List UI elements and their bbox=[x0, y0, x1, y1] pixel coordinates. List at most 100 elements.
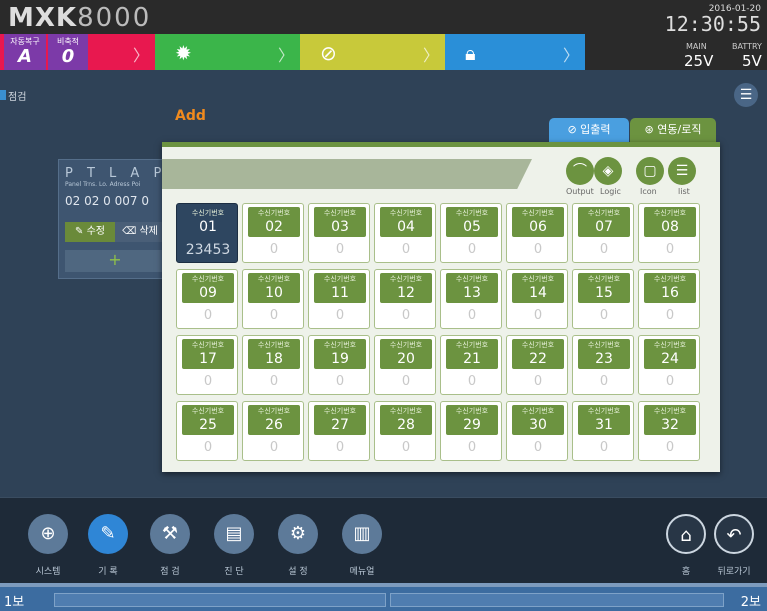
receiver-cell[interactable]: 수신기번호 10 0 bbox=[242, 269, 304, 329]
nav-manual-button[interactable]: ▥ bbox=[342, 514, 382, 554]
receiver-cell[interactable]: 수신기번호 17 0 bbox=[176, 335, 238, 395]
cell-label: 수신기번호 bbox=[191, 341, 225, 349]
receiver-cell[interactable]: 수신기번호 29 0 bbox=[440, 401, 502, 461]
receiver-cell[interactable]: 수신기번호 02 0 bbox=[242, 203, 304, 263]
edit-button[interactable]: ✎ 수정 bbox=[65, 222, 115, 242]
clock-text: 12:30:55 bbox=[664, 12, 761, 36]
receiver-cell[interactable]: 수신기번호 18 0 bbox=[242, 335, 304, 395]
add-popup: ⌒ ◈ ▢ ☰ Output Logic Icon list 수신기번호 01 23… bbox=[162, 142, 720, 472]
cell-value: 0 bbox=[665, 440, 675, 455]
cell-value: 0 bbox=[335, 374, 345, 389]
receiver-cell[interactable]: 수신기번호 30 0 bbox=[506, 401, 568, 461]
receiver-cell[interactable]: 수신기번호 11 0 bbox=[308, 269, 370, 329]
list-button[interactable]: ☰ bbox=[668, 157, 696, 185]
add-row-button[interactable]: + bbox=[65, 250, 165, 272]
nav-settings-button[interactable]: ⚙ bbox=[278, 514, 318, 554]
cell-value: 0 bbox=[401, 440, 411, 455]
supervisory-segment[interactable]: ✹ 〉 bbox=[155, 34, 300, 70]
receiver-cell[interactable]: 수신기번호 28 0 bbox=[374, 401, 436, 461]
cell-header: 수신기번호 01 bbox=[182, 207, 234, 237]
pencil-icon: ✎ bbox=[75, 226, 84, 237]
list-icon: ☰ bbox=[675, 163, 689, 179]
receiver-cell[interactable]: 수신기번호 13 0 bbox=[440, 269, 502, 329]
receiver-cell[interactable]: 수신기번호 05 0 bbox=[440, 203, 502, 263]
receiver-cell[interactable]: 수신기번호 22 0 bbox=[506, 335, 568, 395]
receiver-cell[interactable]: 수신기번호 25 0 bbox=[176, 401, 238, 461]
gear-icon: ⚙ bbox=[289, 523, 307, 544]
receiver-cell[interactable]: 수신기번호 21 0 bbox=[440, 335, 502, 395]
nav-record-label: 기 록 bbox=[98, 567, 118, 577]
cell-header: 수신기번호 24 bbox=[644, 339, 696, 369]
cell-number: 23 bbox=[595, 351, 613, 367]
receiver-cell[interactable]: 수신기번호 32 0 bbox=[638, 401, 700, 461]
security-segment[interactable]: 🔒︎ 〉 bbox=[445, 34, 585, 70]
receiver-cell[interactable]: 수신기번호 08 0 bbox=[638, 203, 700, 263]
cell-number: 31 bbox=[595, 417, 613, 433]
receiver-cell[interactable]: 수신기번호 16 0 bbox=[638, 269, 700, 329]
footer-track-2[interactable] bbox=[390, 593, 724, 607]
icon-button[interactable]: ▢ bbox=[636, 157, 664, 185]
receiver-cell[interactable]: 수신기번호 19 0 bbox=[308, 335, 370, 395]
receiver-cell[interactable]: 수신기번호 14 0 bbox=[506, 269, 568, 329]
receiver-cell[interactable]: 수신기번호 01 23453 bbox=[176, 203, 238, 263]
receiver-cell[interactable]: 수신기번호 09 0 bbox=[176, 269, 238, 329]
cell-label: 수신기번호 bbox=[389, 209, 423, 217]
cell-value: 0 bbox=[599, 308, 609, 323]
receiver-cell[interactable]: 수신기번호 15 0 bbox=[572, 269, 634, 329]
cell-header: 수신기번호 30 bbox=[512, 405, 564, 435]
delete-button[interactable]: ⌫ 삭제 bbox=[115, 222, 165, 242]
broadcast-box[interactable]: 비축적 0 bbox=[48, 34, 88, 70]
receiver-cell[interactable]: 수신기번호 24 0 bbox=[638, 335, 700, 395]
breadcrumb-marker bbox=[0, 90, 6, 100]
back-button[interactable]: ↶ bbox=[714, 514, 754, 554]
receiver-cell[interactable]: 수신기번호 27 0 bbox=[308, 401, 370, 461]
cell-header: 수신기번호 23 bbox=[578, 339, 630, 369]
cell-label: 수신기번호 bbox=[587, 407, 621, 415]
list-menu-button[interactable]: ☰ bbox=[734, 83, 758, 107]
cell-label: 수신기번호 bbox=[323, 209, 357, 217]
receiver-cell[interactable]: 수신기번호 04 0 bbox=[374, 203, 436, 263]
cell-label: 수신기번호 bbox=[389, 407, 423, 415]
receiver-cell[interactable]: 수신기번호 12 0 bbox=[374, 269, 436, 329]
icon-label: Icon bbox=[640, 187, 657, 196]
chevron-right-icon: 〉 bbox=[277, 46, 294, 65]
nav-record-button[interactable]: ✎ bbox=[88, 514, 128, 554]
tab-link-logic[interactable]: ⊛ 연동/로직 bbox=[630, 118, 716, 142]
cell-number: 26 bbox=[265, 417, 283, 433]
footer-track-1[interactable] bbox=[54, 593, 386, 607]
receiver-cell[interactable]: 수신기번호 03 0 bbox=[308, 203, 370, 263]
receiver-cell[interactable]: 수신기번호 26 0 bbox=[242, 401, 304, 461]
list-label: list bbox=[678, 187, 690, 196]
receiver-cell[interactable]: 수신기번호 31 0 bbox=[572, 401, 634, 461]
main-power-value: 25V bbox=[684, 52, 714, 70]
receiver-cell[interactable]: 수신기번호 07 0 bbox=[572, 203, 634, 263]
popup-title: Add bbox=[175, 108, 206, 124]
nav-system-button[interactable]: ⊕ bbox=[28, 514, 68, 554]
cell-value: 0 bbox=[533, 440, 543, 455]
cell-header: 수신기번호 32 bbox=[644, 405, 696, 435]
cell-number: 06 bbox=[529, 219, 547, 235]
cell-label: 수신기번호 bbox=[455, 275, 489, 283]
receiver-cell[interactable]: 수신기번호 23 0 bbox=[572, 335, 634, 395]
logic-button[interactable]: ◈ bbox=[594, 157, 622, 185]
receiver-cell[interactable]: 수신기번호 06 0 bbox=[506, 203, 568, 263]
cell-value: 0 bbox=[665, 308, 675, 323]
cell-number: 18 bbox=[265, 351, 283, 367]
auto-restore-box[interactable]: 자동복구 A bbox=[4, 34, 46, 70]
link-icon: ⊛ bbox=[644, 123, 654, 136]
receiver-cell[interactable]: 수신기번호 20 0 bbox=[374, 335, 436, 395]
cell-number: 04 bbox=[397, 219, 415, 235]
datetime: 2016-01-20 12:30:55 bbox=[665, 4, 761, 34]
home-button[interactable]: ⌂ bbox=[666, 514, 706, 554]
output-button[interactable]: ⌒ bbox=[566, 157, 594, 185]
cell-header: 수신기번호 20 bbox=[380, 339, 432, 369]
nav-inspect-button[interactable]: ⚒ bbox=[150, 514, 190, 554]
tab-input-output[interactable]: ⊘ 입출력 bbox=[549, 118, 629, 142]
cell-value: 0 bbox=[335, 440, 345, 455]
back-label: 뒤로가기 bbox=[717, 567, 751, 577]
chevron-right-icon: 〉 bbox=[132, 46, 149, 65]
trouble-segment[interactable]: ⊘ 〉 bbox=[300, 34, 445, 70]
home-icon: ⌂ bbox=[680, 525, 692, 546]
nav-diagnose-button[interactable]: ▤ bbox=[214, 514, 254, 554]
cell-value: 0 bbox=[269, 440, 279, 455]
